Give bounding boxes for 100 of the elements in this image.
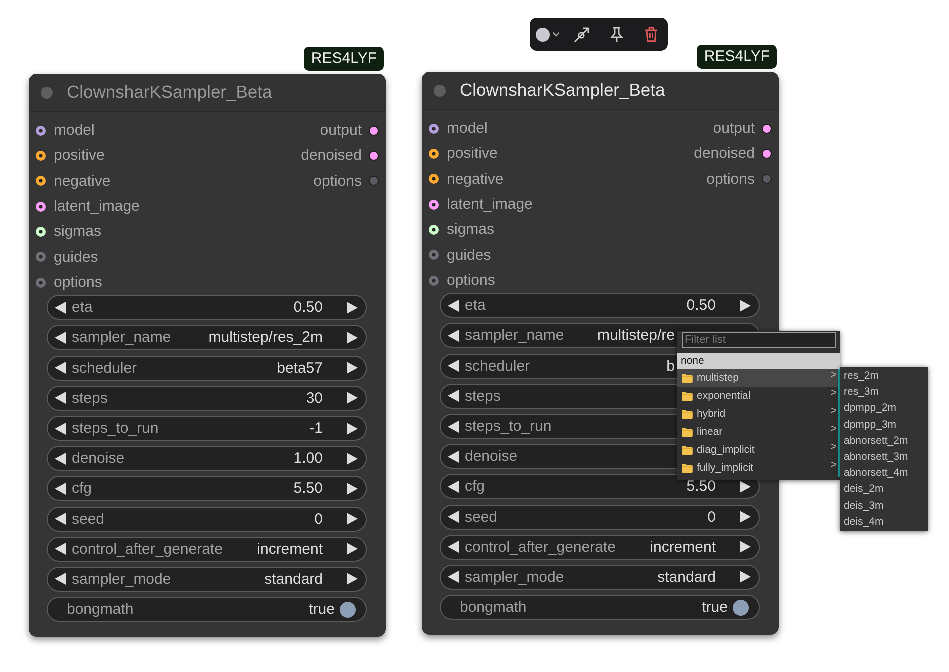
widget-value: increment	[257, 540, 323, 558]
chevron-down-icon[interactable]	[553, 32, 560, 37]
left-arrow-icon[interactable]	[55, 482, 66, 495]
folder-icon	[682, 446, 693, 454]
title-dot-icon[interactable]	[434, 84, 446, 96]
widget-value: standard	[264, 570, 323, 588]
right-arrow-icon[interactable]	[740, 300, 751, 312]
pin-icon[interactable]	[610, 26, 624, 42]
right-arrow-icon[interactable]	[347, 422, 358, 435]
stepper-widget[interactable]: eta 0.50	[440, 293, 760, 318]
left-arrow-icon[interactable]	[448, 450, 459, 463]
stepper-widget[interactable]: cfg 5.50	[47, 476, 367, 502]
right-arrow-icon[interactable]	[347, 362, 358, 374]
left-arrow-icon[interactable]	[448, 390, 459, 402]
right-arrow-icon[interactable]	[347, 332, 358, 344]
left-arrow-icon[interactable]	[55, 362, 66, 374]
right-arrow-icon[interactable]	[740, 511, 751, 524]
right-arrow-icon[interactable]	[347, 482, 358, 495]
submenu-item[interactable]: res_3m	[840, 384, 928, 400]
left-arrow-icon[interactable]	[55, 302, 66, 314]
input-dot-icon[interactable]	[429, 250, 439, 260]
stepper-widget[interactable]: cfg 5.50	[440, 474, 760, 500]
right-arrow-icon[interactable]	[740, 541, 751, 554]
submenu-arrow: >	[830, 405, 837, 418]
stepper-widget[interactable]: steps 30	[47, 386, 367, 411]
left-arrow-icon[interactable]	[55, 543, 66, 556]
stepper-widget[interactable]: eta 0.50	[47, 295, 367, 320]
right-arrow-icon[interactable]	[347, 302, 358, 314]
right-arrow-icon[interactable]	[740, 480, 751, 493]
toggle-knob-icon[interactable]	[733, 600, 749, 616]
right-arrow-icon[interactable]	[740, 571, 751, 584]
stepper-widget[interactable]: sampler_mode standard	[47, 566, 367, 592]
stepper-widget[interactable]: control_after_generate increment	[440, 534, 760, 560]
left-arrow-icon[interactable]	[55, 332, 66, 344]
menu-item[interactable]: multistep >	[677, 369, 840, 387]
trash-icon[interactable]	[645, 27, 658, 42]
left-arrow-icon[interactable]	[55, 452, 66, 465]
filter-input[interactable]: Filter list	[682, 332, 836, 348]
stepper-widget[interactable]: scheduler beta57	[47, 356, 367, 381]
submenu-item[interactable]: res_2m	[840, 368, 928, 384]
output-dot-icon[interactable]	[369, 176, 379, 186]
arrow-through-ring-icon[interactable]	[574, 26, 590, 42]
stepper-widget[interactable]: steps_to_run -1	[47, 416, 367, 442]
input-dot-icon[interactable]	[36, 150, 46, 161]
right-arrow-icon[interactable]	[347, 513, 358, 526]
toggle-widget[interactable]: bongmath true	[440, 595, 760, 620]
left-arrow-icon[interactable]	[55, 513, 66, 526]
right-arrow-icon[interactable]	[347, 573, 358, 586]
left-arrow-icon[interactable]	[55, 392, 66, 404]
submenu-item[interactable]: deis_2m	[840, 481, 928, 498]
left-arrow-icon[interactable]	[55, 422, 66, 435]
node-badge: RES4LYF	[304, 47, 384, 71]
stepper-widget[interactable]: control_after_generate increment	[47, 536, 367, 562]
output-dot-icon[interactable]	[369, 126, 379, 136]
output-label: denoised	[694, 145, 755, 162]
title-dot-icon[interactable]	[41, 86, 53, 98]
stepper-widget[interactable]: denoise 1.00	[47, 446, 367, 472]
left-arrow-icon[interactable]	[55, 573, 66, 586]
submenu-item[interactable]: dpmpp_3m	[840, 416, 928, 433]
input-dot-icon[interactable]	[36, 126, 46, 136]
left-arrow-icon[interactable]	[448, 330, 459, 342]
input-dot-icon[interactable]	[429, 174, 439, 184]
left-arrow-icon[interactable]	[448, 541, 459, 554]
left-arrow-icon[interactable]	[448, 420, 459, 433]
output-dot-icon[interactable]	[369, 150, 379, 161]
left-arrow-icon[interactable]	[448, 360, 459, 372]
right-arrow-icon[interactable]	[347, 543, 358, 556]
right-arrow-icon[interactable]	[347, 392, 358, 404]
submenu-item[interactable]: dpmpp_2m	[840, 400, 928, 417]
submenu-item[interactable]: abnorsett_4m	[840, 465, 928, 482]
input-dot-icon[interactable]	[36, 226, 46, 237]
submenu-item[interactable]: abnorsett_2m	[840, 432, 928, 449]
input-dot-icon[interactable]	[429, 224, 439, 235]
submenu-item[interactable]: abnorsett_3m	[840, 448, 928, 466]
output-dot-icon[interactable]	[762, 174, 772, 184]
right-arrow-icon[interactable]	[347, 452, 358, 465]
submenu-item[interactable]: deis_3m	[840, 498, 928, 514]
color-circle-icon[interactable]	[536, 28, 550, 42]
left-arrow-icon[interactable]	[448, 571, 459, 584]
stepper-widget[interactable]: sampler_name multistep/res_2m	[47, 325, 367, 350]
menu-item[interactable]: none	[677, 353, 840, 369]
input-dot-icon[interactable]	[429, 148, 439, 159]
output-dot-icon[interactable]	[762, 124, 772, 134]
toggle-knob-icon[interactable]	[340, 602, 356, 618]
stepper-widget[interactable]: seed 0	[47, 506, 367, 532]
output-dot-icon[interactable]	[762, 148, 772, 159]
submenu-item[interactable]: deis_4m	[840, 514, 928, 530]
input-dot-icon[interactable]	[429, 124, 439, 134]
toggle-widget[interactable]: bongmath true	[47, 597, 367, 622]
input-dot-icon[interactable]	[429, 276, 439, 286]
input-dot-icon[interactable]	[429, 200, 439, 210]
stepper-widget[interactable]: sampler_mode standard	[440, 564, 760, 590]
input-dot-icon[interactable]	[36, 278, 46, 288]
input-dot-icon[interactable]	[36, 252, 46, 262]
left-arrow-icon[interactable]	[448, 511, 459, 524]
left-arrow-icon[interactable]	[448, 300, 459, 312]
left-arrow-icon[interactable]	[448, 480, 459, 493]
input-dot-icon[interactable]	[36, 202, 46, 212]
input-dot-icon[interactable]	[36, 176, 46, 186]
stepper-widget[interactable]: seed 0	[440, 504, 760, 530]
